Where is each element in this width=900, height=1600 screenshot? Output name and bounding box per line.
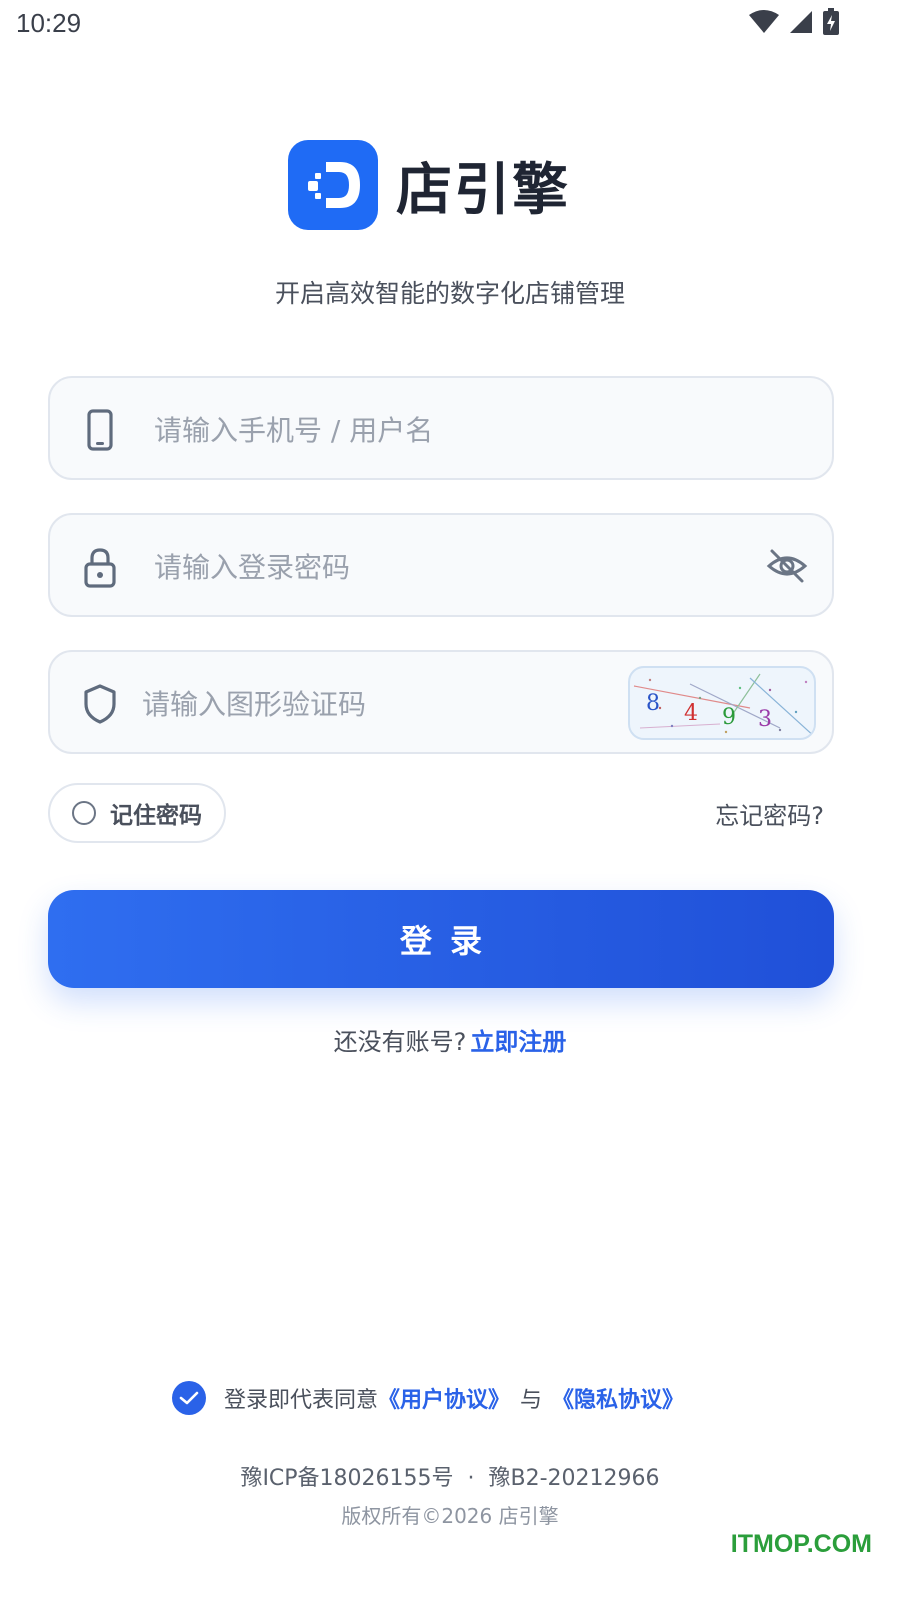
captcha-char: 9	[722, 705, 736, 730]
battery-charging-icon	[823, 8, 839, 35]
status-icons	[748, 8, 840, 36]
remember-password-toggle[interactable]: 记住密码	[48, 783, 226, 843]
shield-icon	[84, 684, 116, 724]
icp-info: 豫ICP备18026155号 · 豫B2-20212966	[0, 1460, 900, 1492]
radio-unchecked-icon[interactable]	[72, 801, 96, 825]
remember-password-label: 记住密码	[110, 803, 202, 829]
agreement-prefix: 登录即代表同意	[224, 1388, 379, 1413]
captcha-field[interactable]: 8 4 9 3	[48, 650, 834, 754]
agreement-checkbox[interactable]	[172, 1381, 206, 1415]
agreement-row: 登录即代表同意 《用户协议》 与 《隐私协议》	[172, 1380, 684, 1416]
brand: 店引擎	[288, 140, 570, 230]
icp-separator: ·	[467, 1466, 475, 1491]
copyright: 版权所有©2026 店引擎	[341, 1504, 559, 1528]
wifi-icon	[749, 10, 779, 33]
captcha-noise: 8 4 9 3	[633, 673, 814, 737]
register-prompt: 还没有账号? 立即注册	[0, 1022, 900, 1057]
user-agreement-link[interactable]: 《用户协议》	[378, 1382, 510, 1414]
captcha-char: 8	[646, 691, 660, 716]
app-logo-icon	[288, 140, 378, 230]
slogan: 开启高效智能的数字化店铺管理	[274, 279, 625, 308]
username-field[interactable]	[48, 376, 834, 480]
login-button[interactable]: 登录	[48, 890, 834, 988]
captcha-char: 3	[758, 707, 772, 732]
password-field[interactable]	[48, 513, 834, 617]
privacy-policy-link[interactable]: 《隐私协议》	[552, 1382, 684, 1414]
license-number: 豫B2-20212966	[488, 1466, 660, 1491]
app-name: 店引擎	[396, 157, 570, 223]
agreement-conjunction: 与	[520, 1388, 543, 1413]
lock-icon	[84, 548, 116, 588]
captcha-char: 4	[684, 701, 698, 726]
check-icon	[179, 1391, 199, 1405]
register-link[interactable]: 立即注册	[470, 1028, 566, 1056]
eye-off-icon[interactable]	[766, 547, 808, 585]
watermark: ITMOP.COM	[730, 1530, 872, 1558]
status-time: 10:29	[16, 8, 82, 38]
password-input[interactable]	[154, 537, 714, 597]
captcha-image[interactable]: 8 4 9 3	[628, 666, 816, 740]
username-input[interactable]	[154, 400, 714, 460]
phone-icon	[87, 409, 113, 451]
register-prompt-text: 还没有账号?	[333, 1028, 467, 1056]
forgot-password-link[interactable]: 忘记密码?	[715, 796, 824, 831]
captcha-input[interactable]	[142, 674, 622, 734]
icp-number: 豫ICP备18026155号	[240, 1466, 454, 1491]
signal-icon	[790, 11, 812, 33]
status-bar: 10:29	[0, 0, 900, 50]
